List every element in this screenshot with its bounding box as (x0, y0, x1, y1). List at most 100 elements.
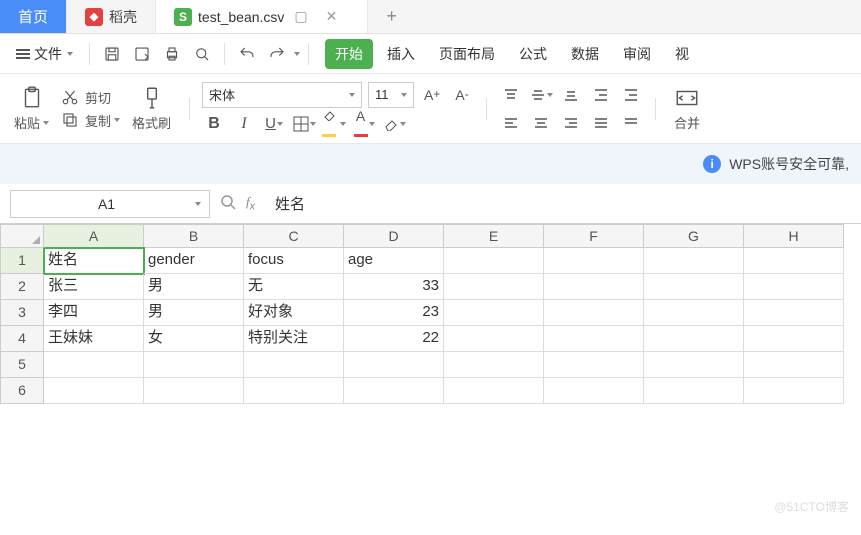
cell-C1[interactable]: focus (244, 248, 344, 274)
align-middle-button[interactable] (529, 83, 553, 107)
cell-F5[interactable] (544, 352, 644, 378)
col-header-B[interactable]: B (144, 224, 244, 248)
eraser-button[interactable] (382, 112, 406, 136)
fill-color-button[interactable] (322, 112, 346, 136)
copy-button[interactable]: 复制 (61, 111, 120, 130)
col-header-A[interactable]: A (44, 224, 144, 248)
fx-icon[interactable]: fx (246, 194, 255, 213)
cell-F4[interactable] (544, 326, 644, 352)
font-color-button[interactable]: A (352, 112, 376, 136)
redo-button[interactable] (263, 40, 291, 68)
cell-H6[interactable] (744, 378, 844, 404)
tab-file[interactable]: S test_bean.csv ▢ ✕ (156, 0, 368, 33)
tab-layout[interactable]: 页面布局 (429, 39, 505, 69)
paste-button[interactable]: 粘贴 (8, 83, 55, 134)
col-header-H[interactable]: H (744, 224, 844, 248)
cell-D3[interactable]: 23 (344, 300, 444, 326)
tab-view[interactable]: 视 (665, 39, 699, 69)
cell-H1[interactable] (744, 248, 844, 274)
row-header-6[interactable]: 6 (0, 378, 44, 404)
cell-F2[interactable] (544, 274, 644, 300)
cell-C3[interactable]: 好对象 (244, 300, 344, 326)
wrap-text-button[interactable] (619, 111, 643, 135)
font-name-select[interactable]: 宋体 (202, 82, 362, 108)
cell-H2[interactable] (744, 274, 844, 300)
indent-decrease-button[interactable] (589, 83, 613, 107)
align-bottom-button[interactable] (559, 83, 583, 107)
cell-A4[interactable]: 王妹妹 (44, 326, 144, 352)
tab-insert[interactable]: 插入 (377, 39, 425, 69)
new-tab-button[interactable]: + (368, 0, 415, 33)
font-size-select[interactable]: 11 (368, 82, 414, 108)
cancel-icon[interactable] (220, 194, 236, 213)
cell-B2[interactable]: 男 (144, 274, 244, 300)
cell-G3[interactable] (644, 300, 744, 326)
cell-C6[interactable] (244, 378, 344, 404)
col-header-D[interactable]: D (344, 224, 444, 248)
cell-D4[interactable]: 22 (344, 326, 444, 352)
cell-E1[interactable] (444, 248, 544, 274)
align-top-button[interactable] (499, 83, 523, 107)
row-header-3[interactable]: 3 (0, 300, 44, 326)
chevron-down-icon[interactable] (294, 52, 300, 56)
align-center-button[interactable] (529, 111, 553, 135)
cell-B1[interactable]: gender (144, 248, 244, 274)
formula-input[interactable]: 姓名 (265, 193, 851, 214)
increase-font-button[interactable]: A+ (420, 83, 444, 107)
print-button[interactable] (158, 40, 186, 68)
cell-A5[interactable] (44, 352, 144, 378)
cell-D6[interactable] (344, 378, 444, 404)
tab-data[interactable]: 数据 (561, 39, 609, 69)
cell-H4[interactable] (744, 326, 844, 352)
cell-A2[interactable]: 张三 (44, 274, 144, 300)
decrease-font-button[interactable]: A- (450, 83, 474, 107)
cell-G1[interactable] (644, 248, 744, 274)
cell-E3[interactable] (444, 300, 544, 326)
bold-button[interactable]: B (202, 112, 226, 136)
tab-review[interactable]: 审阅 (613, 39, 661, 69)
cell-G2[interactable] (644, 274, 744, 300)
cell-A6[interactable] (44, 378, 144, 404)
cell-H3[interactable] (744, 300, 844, 326)
col-header-C[interactable]: C (244, 224, 344, 248)
cell-D5[interactable] (344, 352, 444, 378)
cell-G4[interactable] (644, 326, 744, 352)
cell-F1[interactable] (544, 248, 644, 274)
cell-E6[interactable] (444, 378, 544, 404)
tab-home[interactable]: 首页 (0, 0, 67, 33)
tab-doke[interactable]: ◆ 稻壳 (67, 0, 156, 33)
col-header-F[interactable]: F (544, 224, 644, 248)
cell-F6[interactable] (544, 378, 644, 404)
tab-present-icon[interactable]: ▢ (290, 4, 311, 29)
cell-A1[interactable]: 姓名 (44, 248, 144, 274)
align-justify-button[interactable] (589, 111, 613, 135)
saveas-button[interactable] (128, 40, 156, 68)
underline-button[interactable]: U (262, 112, 286, 136)
cell-C5[interactable] (244, 352, 344, 378)
cell-E4[interactable] (444, 326, 544, 352)
cell-D1[interactable]: age (344, 248, 444, 274)
file-menu-button[interactable]: 文件 (8, 40, 81, 68)
save-button[interactable] (98, 40, 126, 68)
cell-C4[interactable]: 特别关注 (244, 326, 344, 352)
cell-A3[interactable]: 李四 (44, 300, 144, 326)
cell-E5[interactable] (444, 352, 544, 378)
indent-increase-button[interactable] (619, 83, 643, 107)
border-button[interactable] (292, 112, 316, 136)
cell-D2[interactable]: 33 (344, 274, 444, 300)
tab-formula[interactable]: 公式 (509, 39, 557, 69)
col-header-E[interactable]: E (444, 224, 544, 248)
row-header-2[interactable]: 2 (0, 274, 44, 300)
row-header-1[interactable]: 1 (0, 248, 44, 274)
cell-B6[interactable] (144, 378, 244, 404)
select-all-corner[interactable] (0, 224, 44, 248)
cell-G6[interactable] (644, 378, 744, 404)
undo-button[interactable] (233, 40, 261, 68)
cell-G5[interactable] (644, 352, 744, 378)
cell-B3[interactable]: 男 (144, 300, 244, 326)
cell-B5[interactable] (144, 352, 244, 378)
tab-close-icon[interactable]: ✕ (322, 4, 342, 29)
row-header-4[interactable]: 4 (0, 326, 44, 352)
align-right-button[interactable] (559, 111, 583, 135)
tab-start[interactable]: 开始 (325, 39, 373, 69)
